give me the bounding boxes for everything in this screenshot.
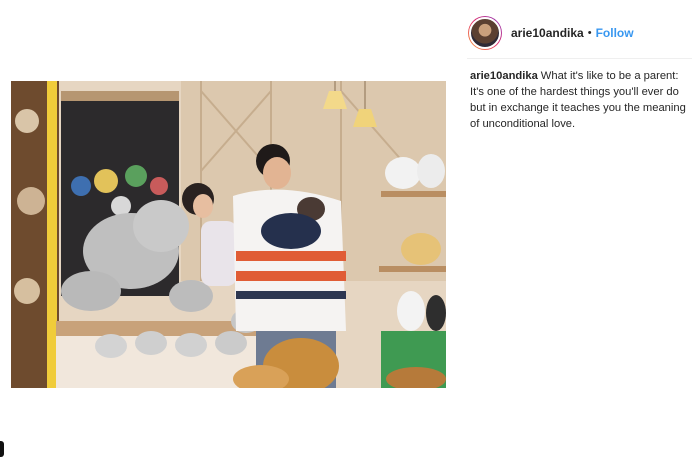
photo-illustration bbox=[11, 81, 446, 388]
follow-button[interactable]: Follow bbox=[596, 26, 634, 40]
scroll-handle[interactable] bbox=[0, 441, 4, 457]
post-photo[interactable] bbox=[11, 81, 446, 388]
separator-dot: • bbox=[587, 27, 592, 39]
instagram-post: arie10andika • Follow arie10andika What i… bbox=[0, 0, 700, 469]
post-header: arie10andika • Follow bbox=[467, 8, 692, 59]
caption-username[interactable]: arie10andika bbox=[470, 70, 538, 82]
avatar-photo bbox=[469, 17, 501, 49]
post-caption: arie10andika What it's like to be a paren… bbox=[470, 68, 690, 132]
profile-avatar-icon[interactable] bbox=[468, 16, 502, 50]
author-username[interactable]: arie10andika bbox=[511, 26, 584, 40]
